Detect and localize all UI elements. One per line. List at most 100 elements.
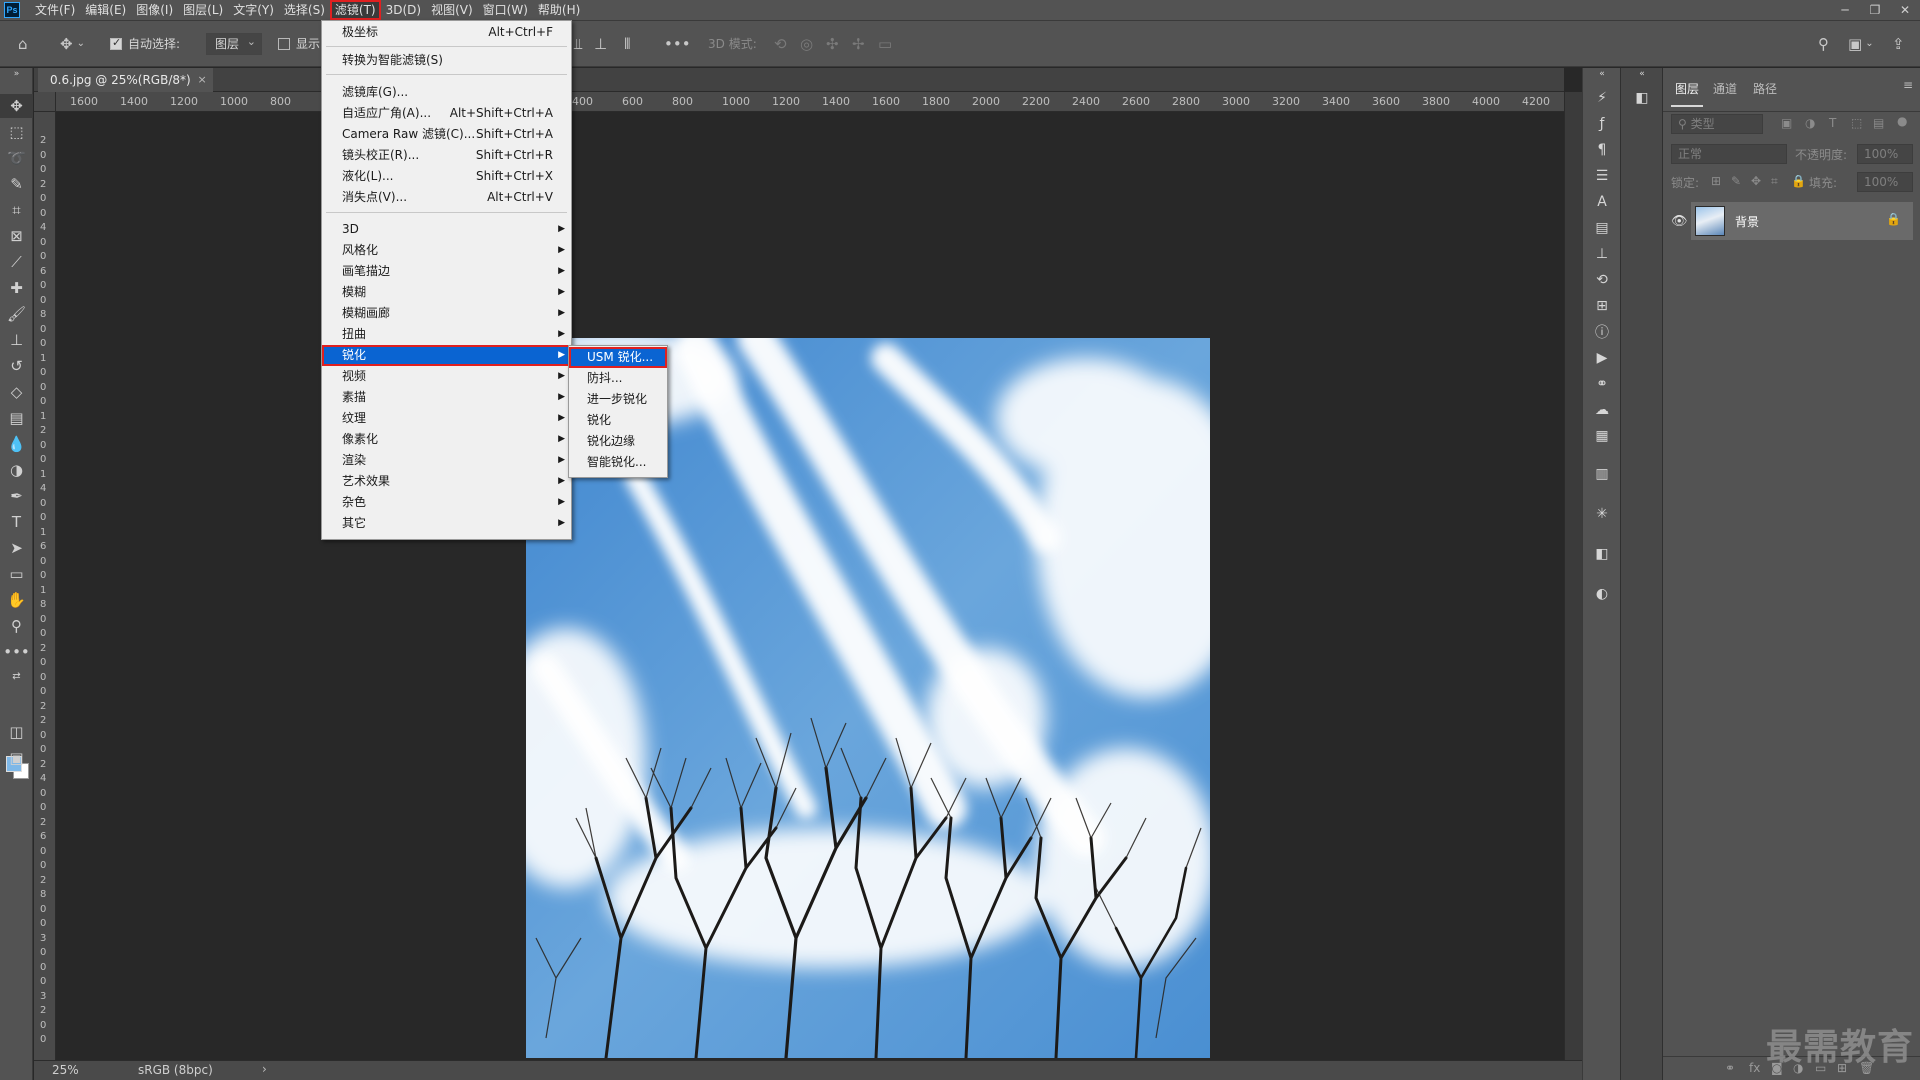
3d-camera-icon[interactable]: ▭ [878,21,892,66]
menu-item-blur[interactable]: 模糊 ▶ [322,282,571,303]
close-button[interactable]: ✕ [1890,0,1920,20]
minimize-button[interactable]: ─ [1830,0,1860,20]
filter-pixel-icon[interactable]: ▣ [1781,116,1792,130]
quick-mask-icon[interactable]: ◫ [0,720,33,744]
expand-panels-icon[interactable]: « [1623,68,1661,80]
lock-all-icon[interactable]: 🔒 [1791,174,1806,188]
layer-visibility-eye-icon[interactable]: 👁 [1671,214,1688,229]
filter-type-icon[interactable]: T [1829,116,1836,130]
hand-tool-icon[interactable]: ✋ [0,588,33,612]
menu-item-stylize[interactable]: 风格化 ▶ [322,240,571,261]
3d-icon[interactable]: ☁ [1583,398,1621,422]
menu-item-adaptive-wide-angle[interactable]: 自适应广角(A)... Alt+Shift+Ctrl+A [322,103,571,124]
adjustments-icon[interactable]: ☰ [1583,164,1621,188]
canvas-area[interactable] [56,112,1564,1060]
add-style-icon[interactable]: fx [1749,1061,1760,1075]
restore-button[interactable]: ❐ [1860,0,1890,20]
menu-item-sketch[interactable]: 素描 ▶ [322,387,571,408]
lock-transparent-icon[interactable]: ⊞ [1711,174,1721,188]
filter-shape-icon[interactable]: ⬚ [1851,116,1862,130]
filter-adjustment-icon[interactable]: ◑ [1805,116,1815,130]
submenu-item-unsharp-mask[interactable]: USM 锐化... [569,347,667,368]
path-select-tool-icon[interactable]: ➤ [0,536,33,560]
3d-slide-icon[interactable]: ✢ [852,21,865,66]
menu-item-other[interactable]: 其它 ▶ [322,513,571,534]
frame-tool-icon[interactable]: ⊠ [0,224,33,248]
menu-item-vanishing-point[interactable]: 消失点(V)... Alt+Ctrl+V [322,187,571,208]
link-layers-icon[interactable]: ⚭ [1725,1061,1735,1075]
zoom-level[interactable]: 25% [52,1063,79,1077]
fill-field[interactable]: 100% [1857,172,1913,192]
menu-filter[interactable]: 滤镜(T) [329,0,381,20]
distribute-icon[interactable]: ⊥ [594,21,607,66]
layer-comps-icon[interactable]: ⊞ [1583,294,1621,318]
menu-type[interactable]: 文字(Y) [228,0,279,20]
brush-tool-icon[interactable]: 🖌 [0,302,33,326]
dodge-tool-icon[interactable]: ◑ [0,458,33,482]
lock-pixels-icon[interactable]: ✎ [1731,174,1741,188]
screen-mode-icon[interactable]: ▣ [0,746,33,770]
move-tool-preset-icon[interactable]: ✥ ⌄ [60,21,85,66]
more-options-icon[interactable]: ••• [664,21,691,66]
menu-item-noise[interactable]: 杂色 ▶ [322,492,571,513]
lock-artboard-icon[interactable]: ⌗ [1771,174,1778,189]
zoom-tool-icon[interactable]: ⚲ [0,614,33,638]
3d-orbit-icon[interactable]: ⟲ [774,21,787,66]
menu-window[interactable]: 窗口(W) [478,0,533,20]
more-tools-icon[interactable]: ••• [0,640,33,664]
clone-stamp-icon[interactable]: ⊥ [0,328,33,352]
menu-item-liquify[interactable]: 液化(L)... Shift+Ctrl+X [322,166,571,187]
actions-play-icon[interactable]: ▶ [1583,346,1621,370]
menu-item-distort[interactable]: 扭曲 ▶ [322,324,571,345]
lock-position-icon[interactable]: ✥ [1751,174,1761,188]
opacity-field[interactable]: 100% [1857,144,1913,164]
menu-item-filter-gallery[interactable]: 滤镜库(G)... [322,82,571,103]
history-icon[interactable]: ⟲ [1583,268,1621,292]
vertical-scrollbar[interactable] [1564,92,1582,1060]
navigator-icon[interactable]: ✳ [1583,502,1621,526]
type-tool-icon[interactable]: T [0,510,33,534]
color-icon[interactable]: ◐ [1583,582,1621,606]
collapse-panels-icon[interactable]: « [1583,68,1621,80]
menu-image[interactable]: 图像(I) [131,0,178,20]
menu-item-sharpen[interactable]: 锐化 ▶ [322,345,571,366]
status-expand-icon[interactable]: › [262,1062,267,1076]
submenu-item-sharpen-edges[interactable]: 锐化边缘 [569,431,667,452]
character-icon[interactable]: A [1583,190,1621,214]
tab-paths[interactable]: 路径 [1753,80,1777,97]
gradient-tool-icon[interactable]: ▤ [0,406,33,430]
notes-icon[interactable]: ▥ [1583,462,1621,486]
show-transform-checkbox[interactable]: 显示 [278,21,320,66]
menu-item-video[interactable]: 视频 ▶ [322,366,571,387]
menu-item-polar-coordinates[interactable]: 极坐标 Alt+Ctrl+F [322,22,571,43]
blend-mode-select[interactable]: 正常 [1671,144,1787,164]
workspace-icon[interactable]: ▣ ⌄ [1848,21,1874,66]
paths-icon[interactable]: ⚭ [1583,372,1621,396]
panel-menu-icon[interactable]: ≡ [1903,78,1913,92]
menu-item-3d[interactable]: 3D ▶ [322,219,571,240]
rectangle-tool-icon[interactable]: ▭ [0,562,33,586]
clone-source-icon[interactable]: ⊥ [1583,242,1621,266]
menu-item-brush-strokes[interactable]: 画笔描边 ▶ [322,261,571,282]
submenu-item-smart-sharpen[interactable]: 智能锐化... [569,452,667,473]
menu-file[interactable]: 文件(F) [30,0,80,20]
fx-icon[interactable]: ƒ [1583,112,1621,136]
paragraph-icon[interactable]: ¶ [1583,138,1621,162]
swap-colors-icon[interactable]: ⇄ [0,668,33,684]
submenu-item-sharpen-more[interactable]: 进一步锐化 [569,389,667,410]
eraser-tool-icon[interactable]: ◇ [0,380,33,404]
menu-select[interactable]: 选择(S) [279,0,330,20]
history-brush-icon[interactable]: ↺ [0,354,33,378]
home-icon[interactable]: ⌂ [18,21,28,66]
panel-toggle-icon[interactable]: ◧ [1623,86,1661,110]
distribute-spacing-icon[interactable]: ⦀ [624,21,631,66]
close-tab-icon[interactable]: × [197,68,206,92]
submenu-item-sharpen[interactable]: 锐化 [569,410,667,431]
layer-row-background[interactable]: 背景 🔒 [1691,202,1913,240]
menu-view[interactable]: 视图(V) [426,0,478,20]
menu-3d[interactable]: 3D(D) [381,0,426,20]
align-bottom-icon[interactable]: ⫫ [574,21,582,66]
quick-select-tool-icon[interactable]: ✎ [0,172,33,196]
libraries-icon[interactable]: ▤ [1583,216,1621,240]
pen-tool-icon[interactable]: ✒ [0,484,33,508]
